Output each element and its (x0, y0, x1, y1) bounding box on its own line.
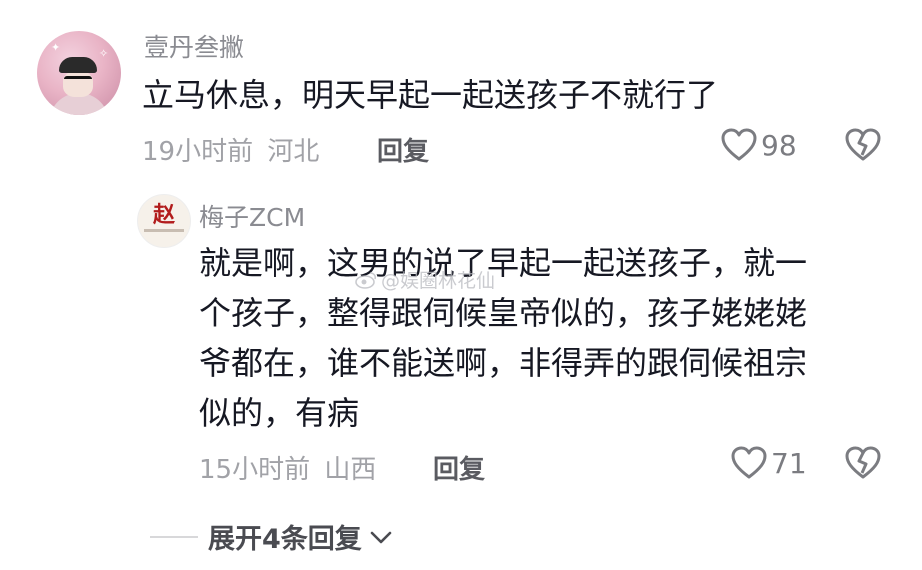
reply-like-count: 71 (771, 446, 807, 480)
avatar-glasses (64, 76, 92, 86)
divider (150, 535, 198, 538)
avatar-seal: 赵 (152, 202, 175, 228)
comment-username[interactable]: 壹丹叁撇 (144, 28, 244, 64)
avatar-caption (144, 229, 184, 232)
reply-like-button[interactable]: 71 (731, 446, 807, 480)
reply-button[interactable]: 回复 (377, 131, 429, 168)
reply-username[interactable]: 梅子ZCM (199, 198, 305, 234)
reply-dislike-button[interactable] (844, 446, 882, 484)
broken-heart-icon (845, 446, 881, 479)
watermark: @娱圈林花仙 (355, 266, 495, 293)
reply-avatar[interactable]: 赵 (137, 194, 191, 248)
reply-time: 15小时前 (199, 455, 311, 485)
broken-heart-icon (845, 128, 881, 161)
heart-outline-icon (721, 128, 757, 161)
sparkle-icon: ✦ (51, 41, 61, 54)
reply-content-line: 爷都在，谁不能送啊，非得弄的跟伺候祖宗 (199, 344, 808, 382)
reply-content: 就是啊，这男的说了早起一起送孩子，就一 个孩子，整得跟伺候皇帝似的，孩子姥姥姥 … (199, 238, 899, 438)
avatar[interactable]: ✦ ✧ (37, 31, 121, 115)
expand-replies-label: 展开4条回复 (208, 524, 362, 555)
comment-location: 河北 (267, 137, 320, 167)
avatar-hat (59, 57, 97, 73)
reply-reply-button[interactable]: 回复 (433, 449, 485, 486)
comment-content: 立马休息，明天早起一起送孩子不就行了 (142, 76, 719, 114)
heart-outline-icon (731, 446, 767, 479)
sparkle-icon: ✧ (99, 47, 109, 60)
expand-replies-button[interactable]: 展开4条回复 (150, 517, 394, 556)
reply-location: 山西 (324, 455, 377, 485)
like-button[interactable]: 98 (721, 128, 797, 162)
chevron-down-icon (370, 531, 392, 543)
weibo-icon (355, 271, 377, 289)
reply-content-line: 个孩子，整得跟伺候皇帝似的，孩子姥姥姥 (199, 294, 808, 332)
reply-content-line: 就是啊，这男的说了早起一起送孩子，就一 (199, 244, 808, 282)
dislike-button[interactable] (844, 128, 882, 166)
like-count: 98 (761, 128, 797, 162)
comment-meta: 19小时前 河北 (142, 131, 319, 168)
comment-time: 19小时前 (142, 137, 254, 167)
watermark-text: @娱圈林花仙 (381, 270, 496, 292)
reply-content-line: 似的，有病 (199, 394, 360, 432)
reply-meta: 15小时前 山西 (199, 449, 376, 486)
